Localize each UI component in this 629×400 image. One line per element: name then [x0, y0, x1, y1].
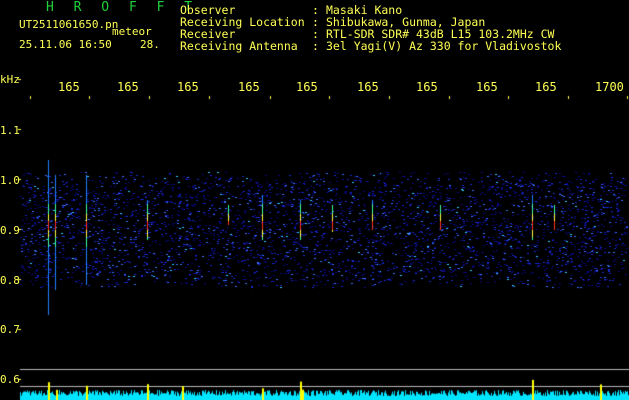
- y-tick: 1.0: [0, 174, 20, 187]
- x-tick: 165: [177, 80, 199, 94]
- y-tick: 0.6: [0, 373, 20, 386]
- file-name: UT2511061650.pn: [19, 18, 119, 31]
- antenna-key: Receiving Antenna: [180, 39, 298, 53]
- y-tick: 0.9: [0, 224, 20, 237]
- x-tick: 165: [416, 80, 438, 94]
- x-tick: 1700: [595, 80, 624, 94]
- meteor-label: meteor: [112, 25, 152, 38]
- antenna-value: 3el Yagi(V) Az 330 for Vladivostok: [326, 39, 562, 53]
- x-tick: 165: [476, 80, 498, 94]
- x-tick: 165: [238, 80, 260, 94]
- unit-label: kHz: [0, 73, 20, 86]
- x-tick: 165: [535, 80, 557, 94]
- hrofft-logo: H R O F F T: [46, 0, 199, 15]
- capture-datetime: 25.11.06 16:50: [19, 38, 112, 51]
- x-tick: 165: [117, 80, 139, 94]
- y-tick: 1.1: [0, 124, 20, 137]
- y-tick: 0.7: [0, 323, 20, 336]
- x-tick: 165: [296, 80, 318, 94]
- spectrogram-canvas: [0, 0, 629, 400]
- meteor-count: 28.: [140, 38, 160, 51]
- x-tick: 165: [58, 80, 80, 94]
- x-tick: 165: [357, 80, 379, 94]
- y-tick: 0.8: [0, 274, 20, 287]
- antenna-colon: :: [312, 39, 319, 53]
